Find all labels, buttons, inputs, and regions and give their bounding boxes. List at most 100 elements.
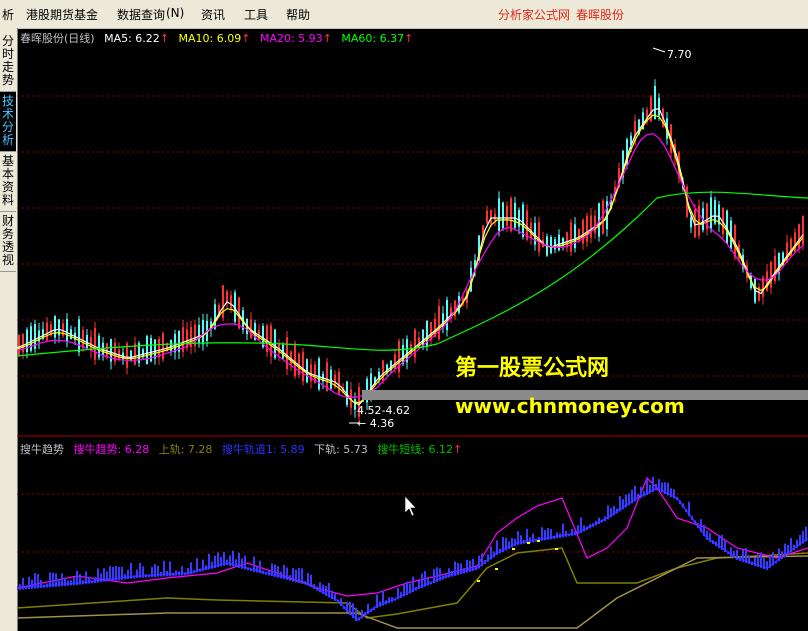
- candle-body: [214, 304, 216, 329]
- candle-body: [294, 343, 296, 377]
- candle-body: [798, 224, 800, 249]
- candle-body: [286, 337, 288, 370]
- candle-body: [494, 213, 496, 221]
- ma5-value: MA5: 6.22: [104, 32, 160, 45]
- candle-body: [330, 369, 332, 389]
- candle-body: [446, 299, 448, 331]
- menu-tools[interactable]: 工具: [244, 6, 268, 23]
- candle-body: [590, 215, 592, 238]
- candle-body: [506, 205, 508, 227]
- candle-body: [510, 198, 512, 232]
- candle-body: [654, 85, 656, 120]
- indicator-dot: [512, 548, 515, 550]
- tab-fundamentals[interactable]: 基本资料: [0, 152, 16, 212]
- candle-body: [438, 306, 440, 340]
- indicator-dot: [495, 568, 498, 570]
- tab-financials[interactable]: 财务透视: [0, 212, 16, 272]
- indicator-dot: [555, 548, 558, 550]
- tab-technical[interactable]: 技术分析: [0, 92, 16, 152]
- candle-body: [226, 291, 228, 303]
- indicator-upper-value: 上轨: 7.28: [158, 443, 213, 456]
- high-price-label: 7.70: [667, 48, 692, 61]
- indicator-dot: [477, 580, 480, 582]
- low-price-label: ← 4.36: [357, 417, 394, 430]
- kline-chart-canvas[interactable]: 7.70 4.52-4.62← 4.36: [17, 28, 808, 631]
- range-label: 4.52-4.62: [357, 404, 410, 417]
- ma60-value: MA60: 6.37: [341, 32, 405, 45]
- candle-body: [398, 341, 400, 373]
- candle-body: [382, 360, 384, 382]
- mouse-cursor-icon: [404, 495, 417, 517]
- candle-body: [514, 203, 516, 228]
- candle-body: [770, 261, 772, 288]
- tab-intraday[interactable]: 分时走势: [0, 32, 16, 92]
- candle-body: [490, 210, 492, 224]
- candle-body: [162, 333, 164, 360]
- indicator-dot: [527, 542, 530, 544]
- menu-news[interactable]: 资讯: [201, 6, 225, 23]
- tab-financials-label: 财务透视: [1, 214, 14, 267]
- candle-body: [574, 224, 576, 249]
- ma5-arrow-icon: ↑: [159, 32, 170, 45]
- candle-body: [154, 339, 156, 359]
- tab-intraday-label: 分时走势: [1, 34, 14, 87]
- candle-body: [54, 316, 56, 338]
- indicator-arrow-icon: ↑: [453, 443, 463, 456]
- candle-body: [774, 255, 776, 282]
- watermark-url: www.chnmoney.com: [455, 394, 685, 418]
- ma20-value: MA20: 5.93: [259, 32, 323, 45]
- candle-body: [78, 319, 80, 353]
- candle-body: [586, 215, 588, 242]
- candle-body: [582, 219, 584, 244]
- menu-data-query[interactable]: 数据查询: [117, 6, 165, 23]
- candle-body: [106, 343, 108, 357]
- candle-body: [94, 327, 96, 360]
- menu-hk-futures-funds[interactable]: 港股期货基金: [26, 6, 98, 23]
- candle-body: [486, 210, 488, 223]
- candle-body: [222, 285, 224, 319]
- indicator-legend: 搜牛趋势 搜牛趋势: 6.28 上轨: 7.28 搜牛轨道1: 5.89 下轨:…: [20, 441, 468, 457]
- candle-body: [158, 338, 160, 358]
- stock-name-label: 春晖股份: [576, 8, 625, 22]
- candle-body: [658, 97, 660, 116]
- candle-body: [62, 323, 64, 337]
- indicator-dot: [537, 540, 540, 542]
- candle-body: [554, 239, 556, 250]
- high-pointer: [652, 47, 666, 53]
- candle-body: [422, 329, 424, 347]
- candle-body: [338, 372, 340, 395]
- indicator-short-value: 搜牛短线: 6.12: [377, 443, 454, 456]
- candle-body: [302, 352, 304, 382]
- candle-body: [802, 215, 804, 246]
- chart-area[interactable]: 7.70 4.52-4.62 ← 4.36 春晖股份(日线) MA5: 6.22↑ …: [17, 28, 808, 631]
- candle-body: [230, 295, 232, 310]
- candle-body: [550, 237, 552, 254]
- candle-body: [766, 271, 768, 291]
- candle-body: [198, 325, 200, 344]
- candle-body: [690, 217, 692, 228]
- candle-body: [502, 202, 504, 229]
- candle-body: [710, 197, 712, 230]
- watermark-title: 第一股票公式网: [455, 356, 610, 381]
- menu-bar: 析 港股期货基金 数据查询 (N) 资讯 工具 帮助 分析家公式网 春晖股份: [0, 0, 808, 29]
- candle-body: [498, 198, 500, 232]
- view-sidebar: 分时走势 技术分析 基本资料 财务透视: [0, 28, 18, 631]
- menu-help[interactable]: 帮助: [286, 6, 310, 23]
- candle-body: [538, 222, 540, 252]
- ma60-line: [17, 191, 808, 357]
- candle-body: [174, 334, 176, 353]
- candle-body: [82, 330, 84, 349]
- main-legend: 春晖股份(日线) MA5: 6.22↑ MA10: 6.09↑ MA20: 5.…: [20, 30, 419, 46]
- candle-body: [318, 358, 320, 390]
- candle-body: [698, 205, 700, 236]
- menu-analysis[interactable]: 析: [2, 6, 14, 23]
- menu-data-query-shortcut: (N): [166, 6, 185, 20]
- candle-body: [66, 319, 68, 343]
- candle-body: [146, 336, 148, 365]
- candle-body: [566, 232, 568, 248]
- candle-body: [594, 215, 596, 233]
- ma20-arrow-icon: ↑: [322, 32, 332, 45]
- tab-fundamentals-label: 基本资料: [1, 154, 14, 207]
- indicator-name: 搜牛趋势: [20, 443, 64, 456]
- tab-technical-label: 技术分析: [1, 94, 14, 147]
